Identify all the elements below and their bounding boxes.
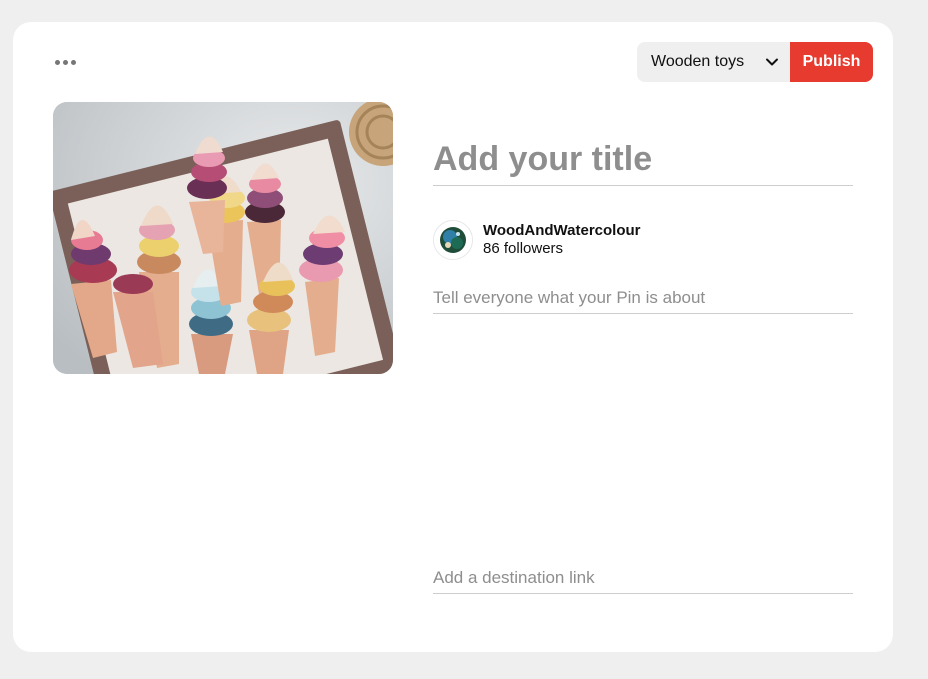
- pin-image[interactable]: [53, 102, 393, 374]
- follower-count: 86 followers: [483, 240, 564, 257]
- board-select-value: Wooden toys: [651, 53, 745, 70]
- avatar[interactable]: [433, 220, 473, 260]
- avatar-image: [434, 221, 472, 259]
- profile-info: WoodAndWatercolour 86 followers: [433, 220, 641, 260]
- chevron-down-icon: [766, 58, 778, 66]
- publish-button[interactable]: Publish: [790, 42, 873, 82]
- profile-name[interactable]: WoodAndWatercolour: [483, 222, 641, 240]
- destination-link-input[interactable]: [433, 562, 853, 594]
- pin-image-illustration: [53, 102, 393, 374]
- more-options-dot: [54, 59, 60, 65]
- more-options-dot: [70, 59, 76, 65]
- board-select[interactable]: Wooden toys: [637, 42, 790, 82]
- pin-title-input[interactable]: [433, 134, 853, 186]
- more-options-dot: [62, 59, 68, 65]
- pin-builder-card: Wooden toys Publish Add your title WoodA…: [13, 22, 893, 652]
- more-options-button[interactable]: [51, 52, 79, 72]
- pin-description-input[interactable]: [433, 282, 853, 314]
- profile-text: WoodAndWatercolour 86 followers: [483, 222, 641, 258]
